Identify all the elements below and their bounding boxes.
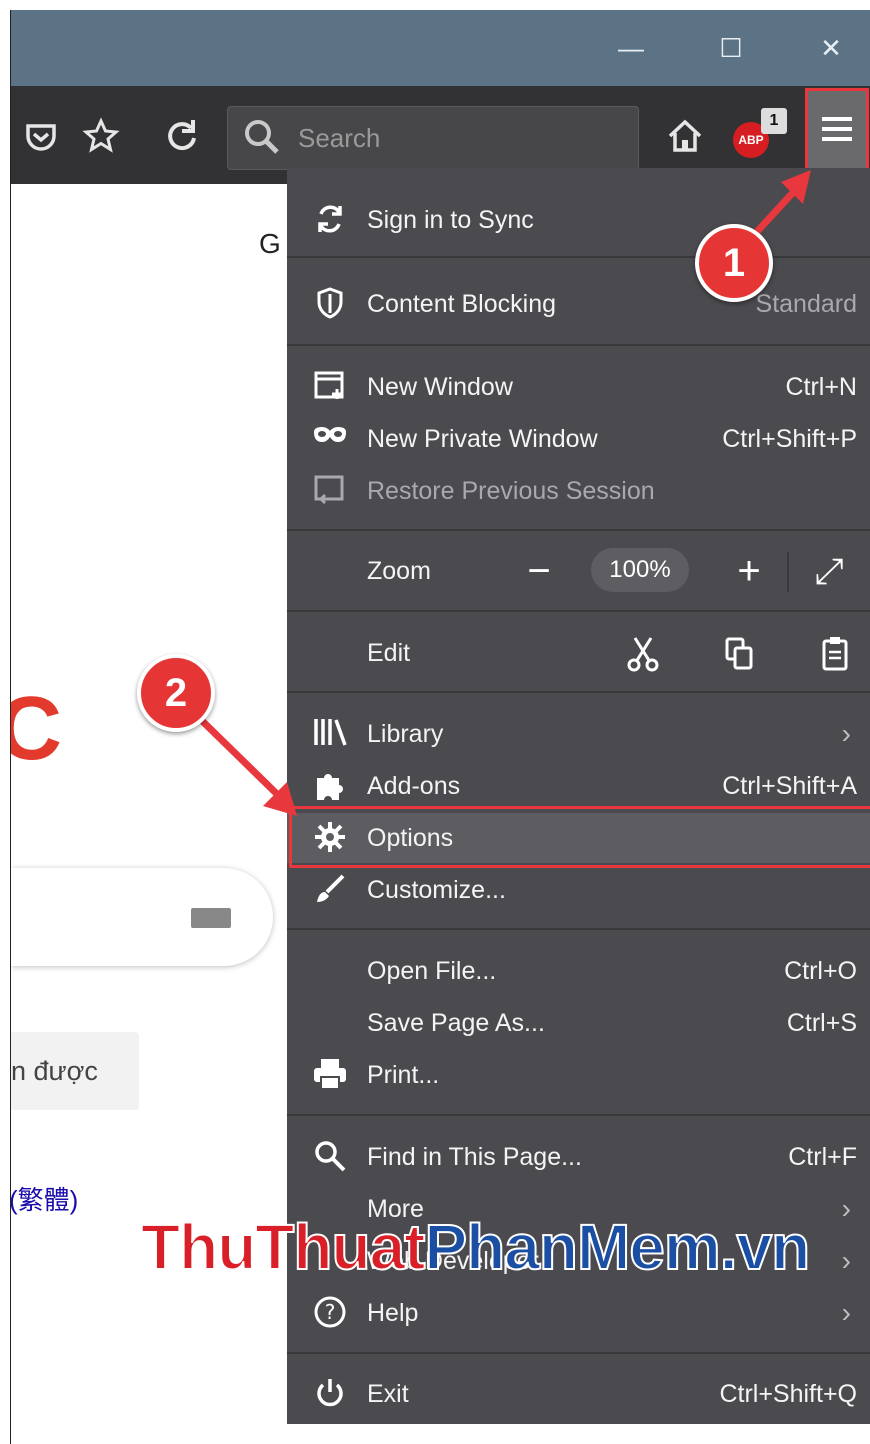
watermark-part-2: PhanMem.vn	[423, 1210, 811, 1284]
step-1-callout: 1	[695, 224, 773, 302]
watermark: ThuThuatPhanMem.vn	[140, 1210, 811, 1284]
watermark-part-1: ThuThuat	[140, 1210, 426, 1284]
arrow-to-options	[188, 707, 282, 799]
step-2-callout: 2	[137, 654, 215, 732]
browser-window: — ☐ ✕ ABP 1 G C n được (繁體)	[10, 10, 870, 1444]
